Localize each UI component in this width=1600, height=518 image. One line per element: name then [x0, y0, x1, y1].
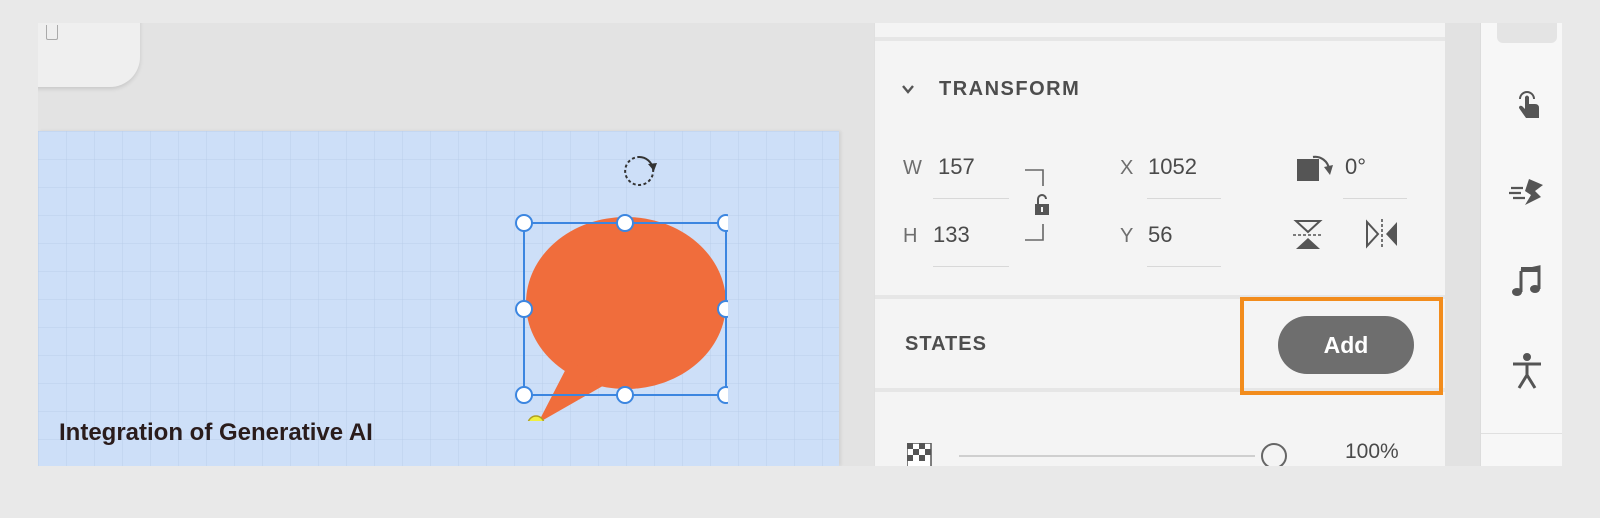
property-inspector: TRANSFORM W 157 H 133 X 1052 Y 56 0° STA…: [874, 23, 1445, 466]
opacity-slider-thumb[interactable]: [1261, 443, 1287, 466]
y-label: Y: [1120, 225, 1134, 247]
auto-animate-icon[interactable]: [1507, 171, 1547, 211]
height-field-underline: [933, 266, 1009, 267]
resize-handle-bottom[interactable]: [616, 386, 634, 404]
tap-gesture-icon[interactable]: [1507, 83, 1547, 123]
opacity-checker-icon: [907, 443, 932, 466]
chevron-down-icon[interactable]: [901, 82, 915, 96]
artboard-title-text[interactable]: Integration of Generative AI: [59, 419, 373, 447]
opacity-field[interactable]: 100%: [1345, 440, 1399, 464]
rotation-field-underline: [1343, 198, 1407, 199]
y-field-underline: [1147, 266, 1221, 267]
resize-handle-top-right[interactable]: [717, 214, 728, 232]
width-label: W: [903, 157, 922, 179]
add-state-button[interactable]: Add: [1278, 316, 1414, 374]
rotate-icon[interactable]: [624, 155, 657, 186]
height-label: H: [903, 225, 918, 247]
opacity-slider-track[interactable]: [959, 455, 1255, 457]
lock-aspect-icon[interactable]: [1023, 168, 1059, 244]
x-field-underline: [1147, 198, 1221, 199]
flip-horizontal-icon[interactable]: [1365, 217, 1399, 251]
rail-top-button[interactable]: [1497, 23, 1557, 43]
device-icon: [46, 25, 58, 40]
x-label: X: [1120, 157, 1134, 179]
transform-title: TRANSFORM: [939, 77, 1081, 100]
flip-vertical-icon[interactable]: [1291, 219, 1325, 251]
resize-handle-left[interactable]: [515, 300, 533, 318]
width-field[interactable]: 157: [938, 154, 975, 180]
device-preview-pill[interactable]: [38, 23, 140, 87]
transform-section-header[interactable]: TRANSFORM: [901, 77, 1080, 101]
accessibility-icon[interactable]: [1507, 351, 1547, 391]
artboard[interactable]: Integration of Generative AI: [38, 131, 839, 466]
panel-divider: [875, 37, 1445, 41]
rail-divider: [1481, 433, 1562, 434]
music-note-icon[interactable]: [1507, 261, 1547, 301]
rotation-field[interactable]: 0°: [1345, 154, 1366, 180]
width-field-underline: [933, 198, 1009, 199]
right-tool-rail: [1480, 23, 1562, 466]
resize-handle-bottom-left[interactable]: [515, 386, 533, 404]
speech-bubble-selection[interactable]: [508, 151, 728, 421]
canvas-area[interactable]: Integration of Generative AI: [38, 23, 893, 466]
states-label: STATES: [905, 333, 987, 355]
resize-handle-top-left[interactable]: [515, 214, 533, 232]
y-position-field[interactable]: 56: [1148, 222, 1172, 248]
x-position-field[interactable]: 1052: [1148, 154, 1197, 180]
rotate-shape-icon: [1297, 155, 1333, 181]
resize-handle-right[interactable]: [717, 300, 728, 318]
height-field[interactable]: 133: [933, 222, 970, 248]
app-window: Integration of Generative AI TRANSFORM W…: [38, 23, 1562, 466]
resize-handle-top[interactable]: [616, 214, 634, 232]
resize-handle-bottom-right[interactable]: [717, 386, 728, 404]
